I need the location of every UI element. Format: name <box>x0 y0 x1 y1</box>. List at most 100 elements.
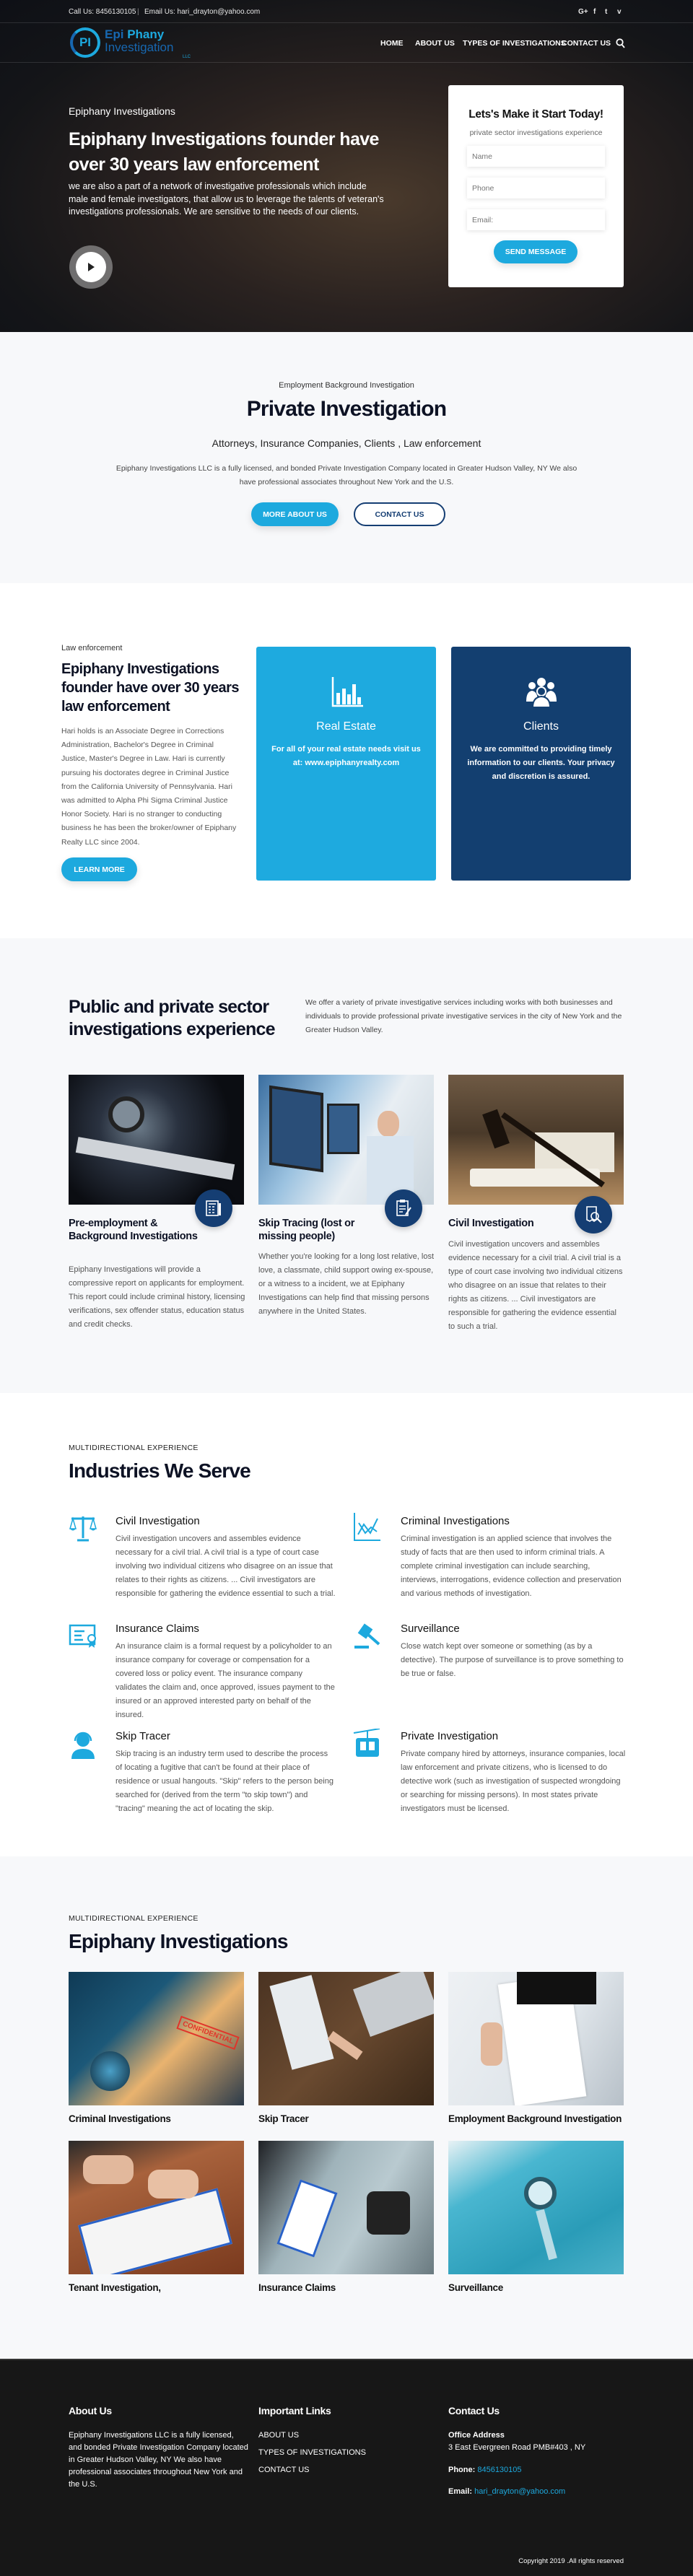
hero-title: Epiphany Investigations founder have ove… <box>69 129 379 175</box>
office-address: 3 East Evergreen Road PMB#403 , NY <box>448 2443 586 2452</box>
contact-us-button[interactable]: CONTACT US <box>354 502 445 526</box>
gallery-caption-tenant[interactable]: Tenant Investigation, <box>69 2282 161 2293</box>
gallery-image-skip-tracer[interactable] <box>258 1972 434 2105</box>
gallery-image-criminal[interactable]: CONFIDENTIAL <box>69 1972 244 2105</box>
clients-title: Clients <box>523 720 559 733</box>
industry-text-private: Private company hired by attorneys, insu… <box>401 1750 626 1813</box>
hero-section: Call Us: 8456130105 | Email Us: hari_dra… <box>0 0 693 332</box>
sector-text: We offer a variety of private investigat… <box>305 998 622 1034</box>
intro-title: Private Investigation <box>246 397 447 421</box>
investigator-magnifier-image <box>69 1075 244 1205</box>
contact-form: Lets's Make it Start Today! private sect… <box>448 85 624 287</box>
logo-phany: Phany <box>127 27 165 41</box>
calculator-icon <box>195 1189 232 1227</box>
gavel-icon <box>354 1623 380 1649</box>
industry-title-insurance: Insurance Claims <box>116 1623 199 1635</box>
search-icon[interactable] <box>616 38 625 48</box>
about-text: Hari holds is an Associate Degree in Cor… <box>61 727 237 847</box>
clipboard-icon <box>385 1189 422 1227</box>
gallery-section: MULTIDIRECTIONAL EXPERIENCE Epiphany Inv… <box>0 1856 693 2359</box>
gallery-caption-insurance[interactable]: Insurance Claims <box>258 2282 336 2293</box>
gallery-title: Epiphany Investigations <box>69 1930 288 1952</box>
name-input[interactable] <box>467 146 605 167</box>
play-video-button[interactable] <box>69 245 113 289</box>
industry-title-private: Private Investigation <box>401 1730 499 1742</box>
nav-about-us[interactable]: ABOUT US <box>415 39 455 48</box>
twitter-icon[interactable]: t <box>605 8 607 16</box>
form-subtitle: private sector investigations experience <box>469 128 603 137</box>
card-title-pre-employment: Pre-employment & Background Investigatio… <box>69 1218 198 1242</box>
footer-link-about-us[interactable]: ABOUT US <box>258 2431 299 2440</box>
logo-mark: PI <box>70 27 100 58</box>
gallery-caption-criminal[interactable]: Criminal Investigations <box>69 2113 171 2124</box>
top-bar: Call Us: 8456130105 | Email Us: hari_dra… <box>0 0 693 23</box>
gallery-caption-surveillance[interactable]: Surveillance <box>448 2282 503 2293</box>
footer-link-types[interactable]: TYPES OF INVESTIGATIONS <box>258 2448 366 2457</box>
copyright: Copyright 2019 .All rights reserved <box>518 2557 624 2565</box>
phone-input[interactable] <box>467 178 605 198</box>
logo-investigation: Investigation <box>105 40 174 54</box>
facebook-icon[interactable]: f <box>593 8 596 16</box>
clients-text: We are committed to providing timely inf… <box>467 745 615 781</box>
card-text-skip-tracing: Whether you're looking for a long lost r… <box>258 1252 434 1316</box>
intro-tagline: Attorneys, Insurance Companies, Clients … <box>212 437 481 449</box>
industry-text-criminal: Criminal investigation is an applied sci… <box>401 1534 622 1598</box>
gallery-caption-employment[interactable]: Employment Background Investigation <box>448 2113 622 2124</box>
about-title: Epiphany Investigations founder have ove… <box>61 661 240 715</box>
email-label: Email: <box>448 2487 473 2496</box>
industry-text-civil: Civil investigation uncovers and assembl… <box>116 1534 336 1598</box>
industry-text-skip-tracer: Skip tracing is an industry term used to… <box>116 1750 334 1813</box>
logo[interactable]: PI Epi Phany Investigation LLC <box>69 26 199 59</box>
real-estate-card: Real Estate For all of your real estate … <box>256 647 436 881</box>
users-group-icon <box>526 678 557 707</box>
sector-title: Public and private sector investigations… <box>69 997 275 1039</box>
industries-title: Industries We Serve <box>69 1459 251 1482</box>
scales-icon <box>69 1516 97 1542</box>
learn-more-button[interactable]: LEARN MORE <box>61 857 137 881</box>
real-estate-title: Real Estate <box>316 720 376 733</box>
industries-eyebrow: MULTIDIRECTIONAL EXPERIENCE <box>69 1444 199 1452</box>
footer-link-contact-us[interactable]: CONTACT US <box>258 2466 310 2474</box>
footer: About Us Epiphany Investigations LLC is … <box>0 2359 693 2576</box>
vimeo-icon[interactable]: v <box>617 8 622 16</box>
sector-section: Public and private sector investigations… <box>0 938 693 1393</box>
gallery-image-tenant[interactable] <box>69 2141 244 2274</box>
gallery-image-insurance[interactable] <box>258 2141 434 2274</box>
gallery-caption-skip-tracer[interactable]: Skip Tracer <box>258 2113 309 2124</box>
intro-text: Epiphany Investigations LLC is a fully l… <box>116 464 578 486</box>
headset-person-icon <box>71 1732 95 1759</box>
clients-card: Clients We are committed to providing ti… <box>451 647 631 881</box>
send-message-button[interactable]: SEND MESSAGE <box>494 240 578 263</box>
industry-title-civil: Civil Investigation <box>116 1515 200 1527</box>
real-estate-text: For all of your real estate needs visit … <box>271 745 421 767</box>
hero-eyebrow: Epiphany Investigations <box>69 105 175 117</box>
nav-divider <box>0 62 693 63</box>
card-title-skip-tracing: Skip Tracing (lost or missing people) <box>258 1218 355 1242</box>
play-icon <box>88 263 95 271</box>
footer-email-link[interactable]: hari_drayton@yahoo.com <box>474 2487 565 2496</box>
footer-about-title: About Us <box>69 2405 112 2416</box>
card-title-civil: Civil Investigation <box>448 1218 534 1229</box>
form-title: Lets's Make it Start Today! <box>468 108 603 121</box>
industry-text-insurance: An insurance claim is a formal request b… <box>116 1642 335 1719</box>
google-plus-icon[interactable]: G+ <box>578 8 588 16</box>
nav-types-of-investigations[interactable]: TYPES OF INVESTIGATIONS <box>463 39 566 48</box>
confidential-stamp: CONFIDENTIAL <box>176 2015 240 2051</box>
industry-title-surveillance: Surveillance <box>401 1623 460 1635</box>
call-us[interactable]: Call Us: 8456130105 <box>69 8 136 16</box>
email-input[interactable] <box>467 209 605 230</box>
gallery-eyebrow: MULTIDIRECTIONAL EXPERIENCE <box>69 1914 199 1923</box>
industry-title-skip-tracer: Skip Tracer <box>116 1730 170 1742</box>
more-about-us-button[interactable]: MORE ABOUT US <box>251 502 339 526</box>
card-text-civil: Civil investigation uncovers and assembl… <box>448 1240 623 1331</box>
intro-eyebrow: Employment Background Investigation <box>279 381 414 390</box>
footer-phone-link[interactable]: 8456130105 <box>477 2466 521 2474</box>
gallery-image-employment[interactable] <box>448 1972 624 2105</box>
nav-contact-us[interactable]: CONTACT US <box>562 39 611 48</box>
about-eyebrow: Law enforcement <box>61 644 123 652</box>
about-section: Law enforcement Epiphany Investigations … <box>0 583 693 938</box>
email-us[interactable]: Email Us: hari_drayton@yahoo.com <box>144 8 260 16</box>
nav-home[interactable]: HOME <box>380 39 404 48</box>
skip-tracing-image <box>258 1075 434 1205</box>
gallery-image-surveillance[interactable] <box>448 2141 624 2274</box>
